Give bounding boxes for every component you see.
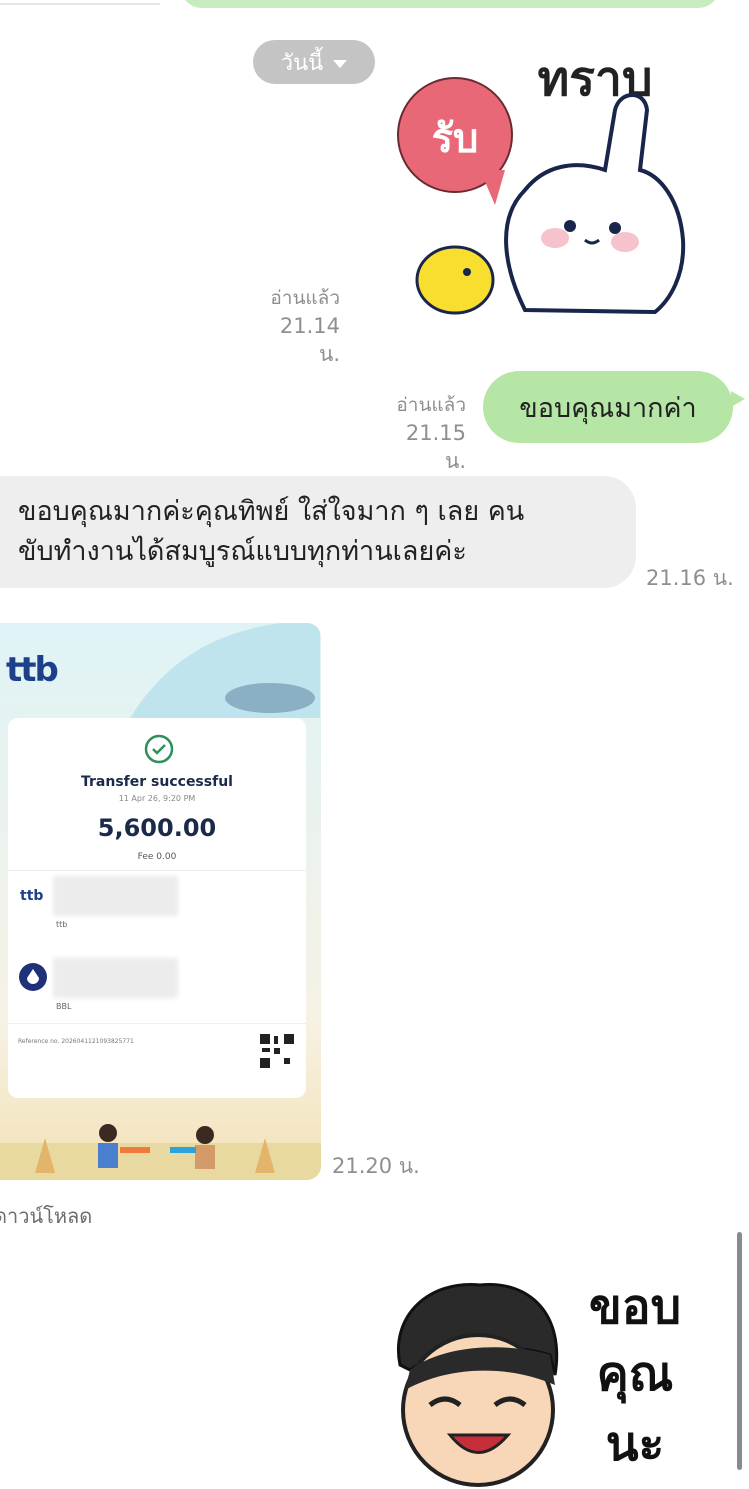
sticker-boy-thank-you[interactable]: ขอบ คุณ นะ (390, 1275, 730, 1489)
date-pill-label: วันนี้ (280, 50, 324, 76)
message-in-meta: 21.16 น. (646, 564, 736, 592)
sticker-bubble-text: รับ (432, 116, 479, 162)
splash-decoration (130, 623, 320, 718)
ttb-logo: ttb (6, 650, 59, 690)
reference-label: Reference no. (18, 1038, 60, 1045)
sticker-1-meta: อ่านแล้ว 21.14 น. (255, 284, 340, 368)
message-out-meta: อ่านแล้ว 21.15 น. (380, 391, 466, 475)
bbl-bank-icon (19, 963, 47, 991)
redacted-recipient (53, 958, 178, 998)
download-link[interactable]: ดาวน์โหลด (0, 1200, 92, 1232)
transfer-title: Transfer successful (81, 774, 233, 790)
message-line-2: ขับทำงานได้สมบูรณ์แบบทุกท่านเลยค่ะ (18, 536, 467, 567)
from-bank-logo: ttb (20, 888, 44, 904)
reference-value: 2026041121093825771 (61, 1038, 134, 1045)
transfer-slip-image[interactable]: Transfer successful 11 Apr 26, 9:20 PM 5… (0, 623, 321, 1180)
qr-code-icon (258, 1032, 296, 1070)
divider (0, 3, 160, 5)
fee-label: Fee (137, 852, 154, 862)
read-receipt: อ่านแล้ว (270, 287, 340, 309)
from-bank-name: ttb (56, 920, 68, 929)
timestamp: 21.15 น. (405, 421, 466, 473)
divider (8, 1023, 306, 1024)
transfer-datetime: 11 Apr 26, 9:20 PM (118, 794, 196, 803)
divider (8, 870, 306, 871)
slip-card: Transfer successful 11 Apr 26, 9:20 PM 5… (8, 718, 306, 1098)
fee-value: 0.00 (156, 852, 177, 862)
incoming-message-bubble[interactable]: ขอบคุณมากค่ะคุณทิพย์ ใส่ใจมาก ๆ เลย คน ข… (0, 476, 636, 588)
reference-row: Reference no. 2026041121093825771 (18, 1038, 134, 1045)
sticker-text-line-3: นะ (606, 1416, 665, 1472)
previous-message-bubble[interactable] (180, 0, 720, 8)
redacted-sender (53, 876, 178, 916)
read-receipt: อ่านแล้ว (396, 394, 466, 416)
timestamp: 21.16 น. (646, 566, 734, 590)
chevron-down-icon (333, 59, 348, 68)
timestamp: 21.14 น. (279, 314, 340, 366)
sticker-text-line-2: คุณ (597, 1346, 674, 1404)
message-line-1: ขอบคุณมากค่ะคุณทิพย์ ใส่ใจมาก ๆ เลย คน (18, 496, 525, 527)
fee-row: Fee 0.00 (8, 852, 306, 862)
scrollbar[interactable] (737, 1232, 742, 1470)
to-bank-name: BBL (56, 1002, 72, 1011)
timestamp: 21.20 น. (332, 1154, 420, 1178)
message-text: ขอบคุณมากค่า (519, 392, 697, 424)
outgoing-message-bubble[interactable]: ขอบคุณมากค่า (483, 371, 745, 443)
check-circle-icon (144, 734, 174, 764)
sticker-rabbit-tarab[interactable]: รับ ทราบ (385, 50, 695, 315)
songkran-illustration (0, 1124, 321, 1180)
slip-meta: 21.20 น. (332, 1152, 422, 1180)
sticker-text-line-1: ขอบ (589, 1279, 681, 1335)
transfer-amount: 5,600.00 (97, 814, 217, 842)
date-pill[interactable]: วันนี้ (253, 40, 375, 84)
